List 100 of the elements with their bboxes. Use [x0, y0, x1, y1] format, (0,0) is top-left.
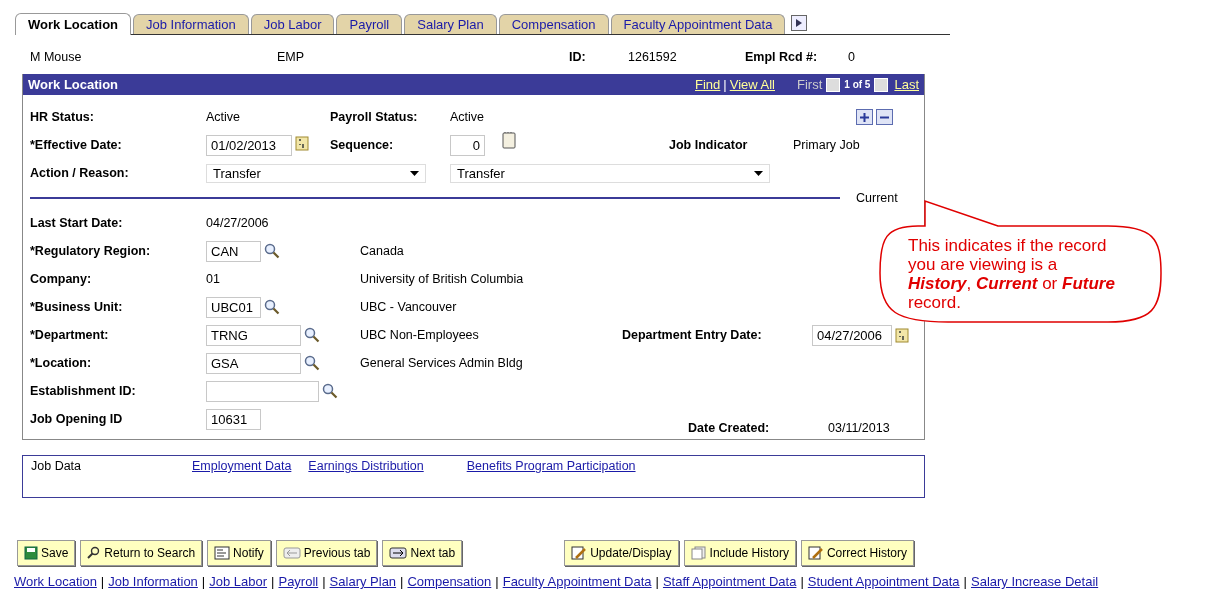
- footer-link[interactable]: Student Appointment Data: [807, 574, 960, 589]
- field-description: General Services Admin Bldg: [360, 356, 524, 370]
- record-count: 1 of 5: [844, 79, 871, 90]
- tab[interactable]: Compensation: [498, 14, 609, 34]
- pencil-document-icon: [807, 546, 824, 560]
- first-label: First: [797, 77, 823, 92]
- separator: |: [400, 574, 404, 589]
- last-link[interactable]: Last: [894, 77, 919, 92]
- related-link[interactable]: Earnings Distribution: [308, 459, 424, 473]
- tab[interactable]: Job Information: [133, 14, 249, 34]
- footer-link[interactable]: Compensation: [407, 574, 492, 589]
- footer-link[interactable]: Work Location: [14, 574, 97, 589]
- input-field[interactable]: 10631: [206, 408, 261, 430]
- next-tabs-button[interactable]: [791, 15, 808, 31]
- plus-icon: [859, 111, 870, 123]
- tab[interactable]: Faculty Appointment Data: [610, 14, 786, 34]
- field-value: 03/11/2013: [828, 421, 890, 435]
- field-value: 01: [206, 272, 220, 286]
- id-value: 1261592: [628, 50, 678, 64]
- date-field[interactable]: 04/27/2006: [812, 324, 892, 346]
- field-label: Department Entry Date:: [622, 328, 763, 342]
- field-description: UBC - Vancouver: [360, 300, 458, 314]
- add-row-button[interactable]: [856, 109, 873, 125]
- caret-icon: [410, 170, 419, 176]
- related-link[interactable]: Employment Data: [192, 459, 292, 473]
- footer-link[interactable]: Staff Appointment Data: [662, 574, 797, 589]
- field-label: Action / Reason:: [30, 166, 130, 180]
- separator: |: [100, 574, 105, 589]
- input-field[interactable]: [206, 380, 319, 402]
- field-label: Date Created:: [688, 421, 771, 435]
- toolbar-button[interactable]: Next tab: [382, 540, 463, 566]
- calendar-icon[interactable]: [295, 134, 309, 151]
- footer-link[interactable]: Salary Increase Detail: [971, 574, 1099, 589]
- employee-type: EMP: [277, 50, 306, 64]
- action-dropdown[interactable]: Transfer: [206, 163, 426, 183]
- input-field[interactable]: GSA: [206, 352, 301, 374]
- separator: |: [271, 574, 275, 589]
- field-label: HR Status:: [30, 110, 95, 124]
- reason-dropdown[interactable]: Transfer: [450, 163, 770, 183]
- field-label: Job Opening ID: [30, 412, 124, 426]
- footer-link[interactable]: Payroll: [278, 574, 319, 589]
- field-description: UBC Non-Employees: [360, 328, 480, 342]
- toolbar-button[interactable]: Include History: [683, 540, 796, 566]
- separator: |: [963, 574, 967, 589]
- toolbar-button[interactable]: Notify: [207, 540, 271, 566]
- footer-link[interactable]: Faculty Appointment Data: [502, 574, 652, 589]
- field-description: Canada: [360, 244, 405, 258]
- date-field[interactable]: 01/02/2013: [206, 134, 292, 156]
- document-icon: [214, 546, 231, 560]
- toolbar-button[interactable]: Return to Search: [80, 540, 203, 566]
- magnifier-icon: [87, 546, 102, 560]
- separator: |: [201, 574, 206, 589]
- caret-icon: [754, 170, 763, 176]
- tab[interactable]: Work Location: [15, 13, 132, 35]
- field-value: 04/27/2006: [206, 216, 269, 230]
- search-icon[interactable]: [304, 355, 320, 371]
- tab[interactable]: Job Labor: [250, 14, 335, 34]
- separator: |: [322, 574, 326, 589]
- footer-link[interactable]: Salary Plan: [329, 574, 397, 589]
- search-icon[interactable]: [304, 327, 320, 343]
- toolbar-button[interactable]: Update/Display: [564, 540, 679, 566]
- footer-link[interactable]: Job Information: [108, 574, 198, 589]
- empl-rcd-value: 0: [848, 50, 855, 64]
- find-link[interactable]: Find: [695, 77, 721, 92]
- field-value: Active: [206, 110, 242, 124]
- field-label: *Location:: [30, 356, 93, 370]
- search-icon[interactable]: [264, 299, 280, 315]
- delete-row-button[interactable]: [876, 109, 893, 125]
- toolbar-button[interactable]: Correct History: [800, 540, 914, 566]
- field-label: *Department:: [30, 328, 110, 342]
- notepad-icon[interactable]: [502, 131, 516, 149]
- employee-name: M Mouse: [30, 50, 83, 64]
- input-field[interactable]: CAN: [206, 240, 261, 262]
- toolbar-button[interactable]: Save: [17, 540, 76, 566]
- field-label: *Regulatory Region:: [30, 244, 152, 258]
- tab[interactable]: Salary Plan: [404, 14, 497, 34]
- input-field[interactable]: UBC01: [206, 296, 261, 318]
- callout-text: This indicates if the record you are viewing is a History, Current or Future record.: [908, 236, 1116, 312]
- sequence-field[interactable]: 0: [450, 134, 485, 156]
- previous-record-button[interactable]: [826, 77, 841, 92]
- footer-link[interactable]: Job Labor: [209, 574, 268, 589]
- field-label: *Business Unit:: [30, 300, 124, 314]
- separator: |: [655, 574, 659, 589]
- field-label: *Effective Date:: [30, 138, 123, 152]
- pencil-document-icon: [571, 546, 588, 560]
- documents-icon: [690, 546, 707, 560]
- toolbar-button[interactable]: Previous tab: [275, 540, 378, 566]
- next-record-button[interactable]: [874, 77, 889, 92]
- search-icon[interactable]: [322, 383, 338, 399]
- view-all-link[interactable]: View All: [729, 77, 775, 92]
- field-value: Active: [450, 110, 486, 124]
- tab[interactable]: Payroll: [336, 14, 403, 34]
- calendar-icon[interactable]: [895, 327, 909, 343]
- input-field[interactable]: TRNG: [206, 324, 301, 346]
- related-link[interactable]: Benefits Program Participation: [466, 459, 636, 473]
- field-label: Sequence:: [330, 138, 395, 152]
- field-label: Payroll Status:: [330, 110, 419, 124]
- field-description: University of British Columbia: [360, 272, 525, 286]
- empl-rcd-label: Empl Rcd #:: [745, 50, 819, 64]
- search-icon[interactable]: [264, 243, 280, 259]
